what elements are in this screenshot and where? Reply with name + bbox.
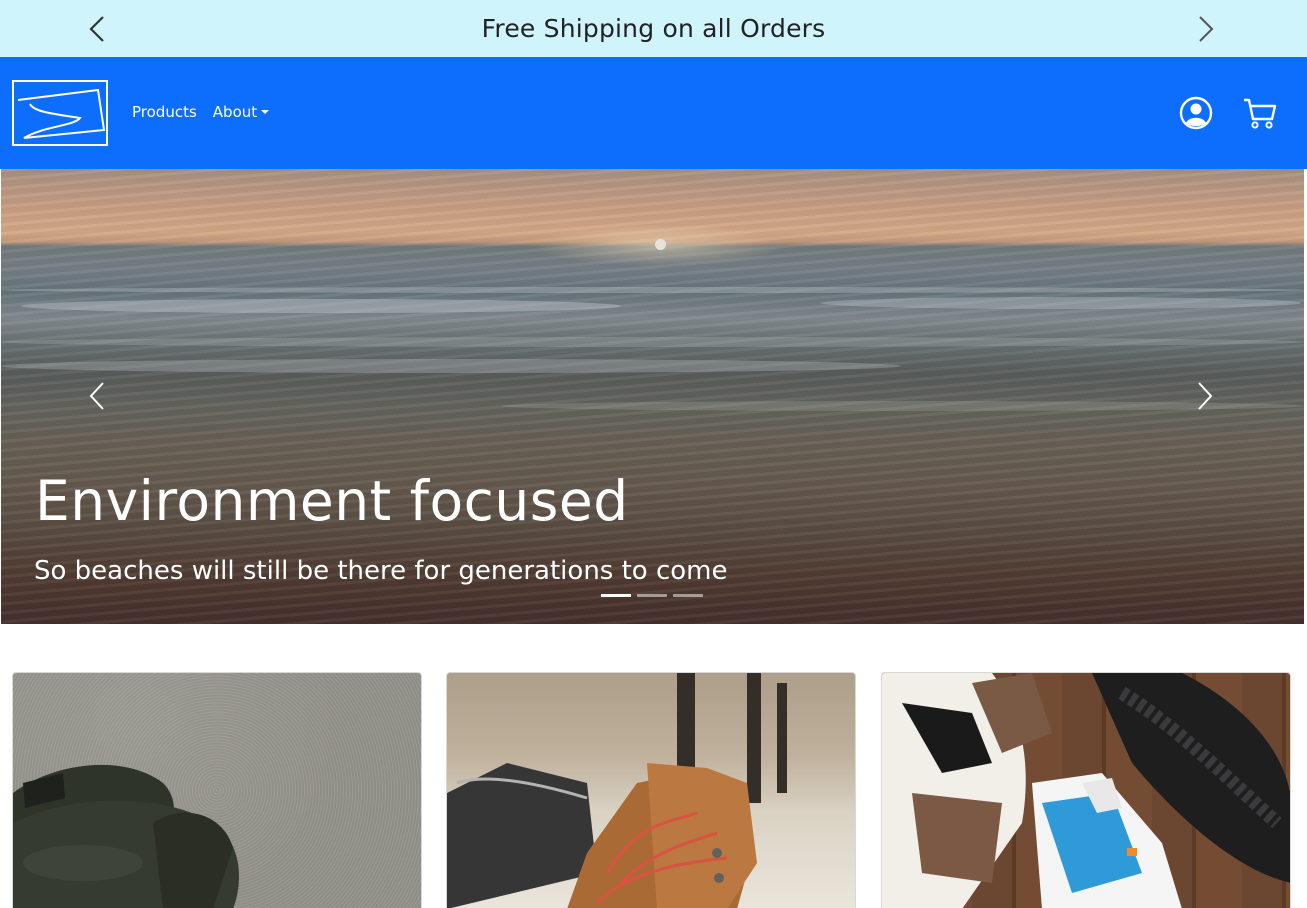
navbar: Products About [0,57,1307,169]
carousel-indicator-2[interactable] [637,594,667,597]
carousel-indicator-1[interactable] [601,594,631,597]
product-image [447,673,855,908]
product-image [13,673,421,908]
product-card-boots[interactable] [446,672,856,908]
nav-products-link[interactable]: Products [132,103,197,121]
chevron-right-icon[interactable] [1194,14,1218,44]
product-card-sandals[interactable] [12,672,422,908]
hero-subtitle: So beaches will still be there for gener… [34,556,728,586]
carousel-prev-icon[interactable] [87,380,107,412]
announcement-bar: Free Shipping on all Orders [0,0,1307,57]
hero-title: Environment focused [35,469,629,533]
product-card-sneakers[interactable] [881,672,1291,908]
product-image [882,673,1290,908]
brand-logo[interactable] [12,80,108,146]
account-icon[interactable] [1178,95,1214,131]
caret-down-icon [261,110,270,114]
nav-about-dropdown[interactable]: About [212,103,270,121]
hero-carousel: Environment focused So beaches will stil… [1,169,1304,624]
carousel-indicator-3[interactable] [673,594,703,597]
nav-about-label: About [212,103,258,121]
nav-links: Products About [132,103,270,121]
cart-icon[interactable] [1242,95,1278,131]
carousel-next-icon[interactable] [1195,380,1215,412]
announcement-text: Free Shipping on all Orders [481,14,826,43]
chevron-left-icon[interactable] [85,14,109,44]
carousel-indicators [601,594,703,597]
